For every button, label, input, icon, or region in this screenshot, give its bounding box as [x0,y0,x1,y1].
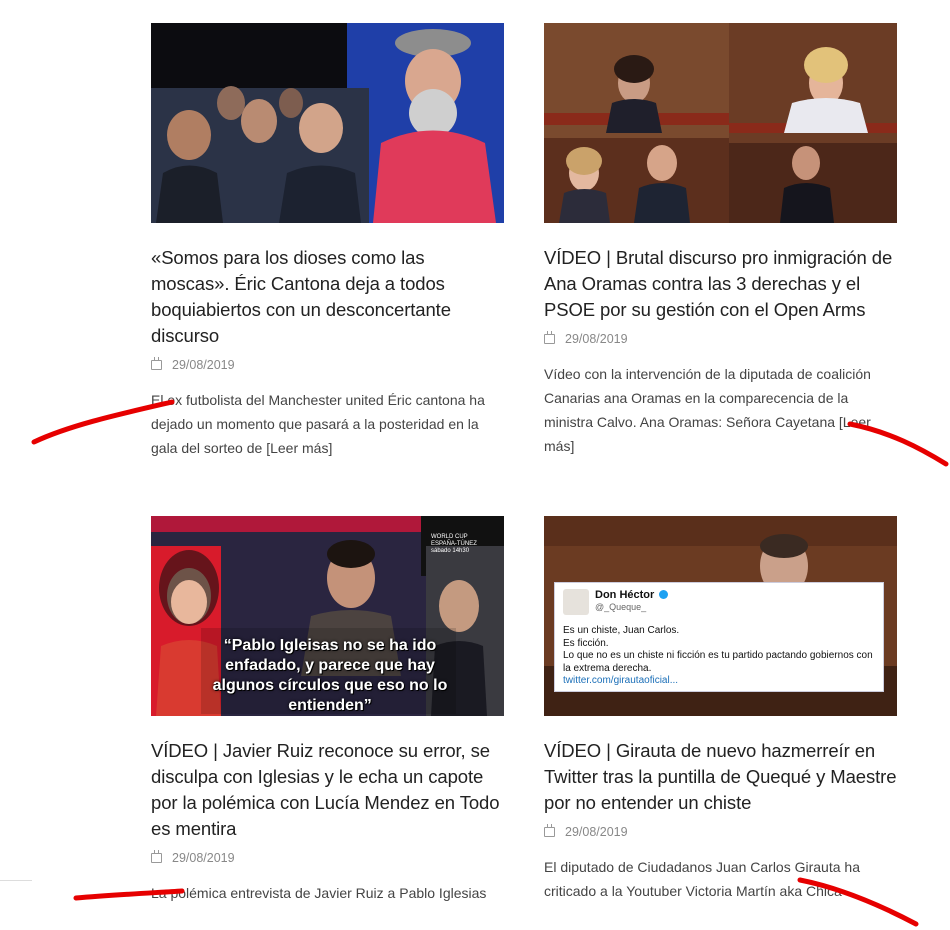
post-thumbnail[interactable] [544,23,897,223]
thumbnail-image [151,23,504,223]
divider [0,880,32,881]
post-meta: 29/08/2019 [151,356,504,374]
calendar-icon [544,331,555,344]
post-card: «Somos para los dioses como las moscas».… [151,23,504,460]
post-excerpt: El diputado de Ciudadanos Juan Carlos Gi… [544,855,897,903]
post-title[interactable]: «Somos para los dioses como las moscas».… [151,245,504,349]
verified-icon [659,590,669,599]
tweet-name: Don Héctor [595,589,655,601]
post-card: Don Héctor @_Queque_ Es un chiste, Juan … [544,516,897,903]
post-thumbnail[interactable]: Don Héctor @_Queque_ Es un chiste, Juan … [544,516,897,716]
post-excerpt: El ex futbolista del Manchester united É… [151,388,504,460]
post-title[interactable]: VÍDEO | Girauta de nuevo hazmerreír en T… [544,738,897,816]
post-thumbnail[interactable]: “Pablo Igleisas no se ha ido enfadado, y… [151,516,504,716]
tweet-handle: @_Queque_ [595,602,647,612]
read-more-link[interactable]: [Leer más] [266,440,332,456]
post-title[interactable]: VÍDEO | Javier Ruiz reconoce su error, s… [151,738,504,842]
post-date: 29/08/2019 [172,851,235,865]
post-meta: 29/08/2019 [544,330,897,348]
post-date: 29/08/2019 [565,332,628,346]
post-excerpt: La polémica entrevista de Javier Ruiz a … [151,881,504,905]
post-meta: 29/08/2019 [151,849,504,867]
tweet-line: Es un chiste, Juan Carlos. [563,625,680,636]
post-title[interactable]: VÍDEO | Brutal discurso pro inmigración … [544,245,897,323]
post-meta: 29/08/2019 [544,823,897,841]
post-excerpt: Vídeo con la intervención de la diputada… [544,362,897,458]
tweet-avatar [563,589,589,615]
calendar-icon [151,357,162,370]
tweet-link[interactable]: twitter.com/girautaoficial... [563,675,875,688]
excerpt-text: El diputado de Ciudadanos Juan Carlos Gi… [544,859,860,899]
thumbnail-caption: “Pablo Igleisas no se ha ido enfadado, y… [212,637,448,714]
post-thumbnail[interactable] [151,23,504,223]
thumbnail-badge: WORLD CUP ESPAÑA-TÚNEZ sábado 14h30 [431,534,491,555]
excerpt-text: Vídeo con la intervención de la diputada… [544,366,871,430]
post-card: VÍDEO | Brutal discurso pro inmigración … [544,23,897,458]
excerpt-text: La polémica entrevista de Javier Ruiz a … [151,885,487,901]
post-date: 29/08/2019 [565,825,628,839]
thumbnail-image [544,23,897,223]
post-date: 29/08/2019 [172,358,235,372]
badge-bot: sábado 14h30 [431,548,470,554]
badge-top: WORLD CUP [431,534,468,540]
calendar-icon [544,824,555,837]
tweet-line: Lo que no es un chiste ni ficción es tu … [563,650,873,674]
post-card: “Pablo Igleisas no se ha ido enfadado, y… [151,516,504,905]
calendar-icon [151,850,162,863]
embedded-tweet: Don Héctor @_Queque_ Es un chiste, Juan … [554,582,884,692]
tweet-line: Es ficción. [563,637,609,649]
badge-mid: ESPAÑA-TÚNEZ [431,541,477,547]
